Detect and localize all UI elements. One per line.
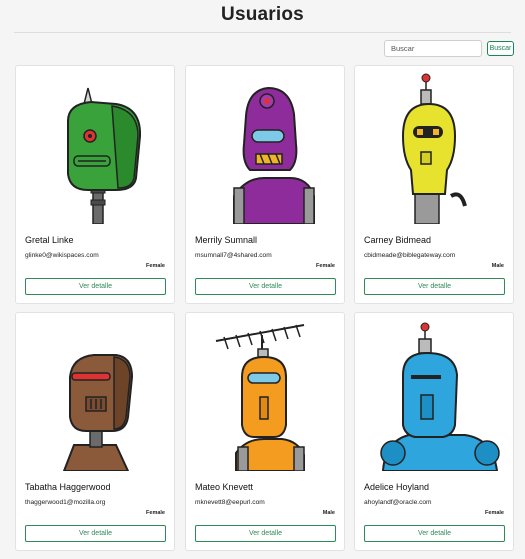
user-gender: Male [322,510,335,516]
user-email: glinke0@wikispaces.com [25,252,99,259]
user-name: Carney Bidmead [364,235,432,245]
view-detail-button[interactable]: Ver detalle [195,525,336,542]
user-email: ahoylandf@oracle.com [364,499,432,506]
user-email: cbidmeade@biblegateway.com [364,252,456,259]
brown-robot-avatar [16,313,176,471]
yellow-robot-avatar [355,66,515,224]
user-name: Tabatha Haggerwood [25,482,111,492]
user-gender: Female [485,510,504,516]
user-card: Merrily Sumnall msumnall7@4shared.com Fe… [185,65,345,304]
title-divider [14,32,511,33]
green-robot-avatar [16,66,176,224]
search-input[interactable] [384,40,482,57]
user-email: mknevett8@eepurl.com [195,499,265,506]
user-card: Mateo Knevett mknevett8@eepurl.com Male … [185,312,345,551]
view-detail-button[interactable]: Ver detalle [25,278,166,295]
blue-robot-avatar [355,313,515,471]
page-title: Usuarios [221,4,304,25]
view-detail-button[interactable]: Ver detalle [364,278,505,295]
user-card: Tabatha Haggerwood thaggerwood1@mozilla.… [15,312,175,551]
search-button[interactable]: Buscar [487,41,514,56]
user-gender: Male [491,263,504,269]
user-gender: Female [146,510,165,516]
user-name: Adelice Hoyland [364,482,430,492]
view-detail-button[interactable]: Ver detalle [195,278,336,295]
user-name: Gretal Linke [25,235,74,245]
view-detail-button[interactable]: Ver detalle [364,525,505,542]
user-card: Gretal Linke glinke0@wikispaces.com Fema… [15,65,175,304]
user-gender: Female [146,263,165,269]
user-card: Adelice Hoyland ahoylandf@oracle.com Fem… [354,312,514,551]
user-name: Mateo Knevett [195,482,254,492]
purple-robot-avatar [186,66,346,224]
user-card: Carney Bidmead cbidmeade@biblegateway.co… [354,65,514,304]
view-detail-button[interactable]: Ver detalle [25,525,166,542]
user-email: thaggerwood1@mozilla.org [25,499,106,506]
orange-robot-avatar [186,313,346,471]
user-gender: Female [316,263,335,269]
user-name: Merrily Sumnall [195,235,258,245]
user-email: msumnall7@4shared.com [195,252,272,259]
